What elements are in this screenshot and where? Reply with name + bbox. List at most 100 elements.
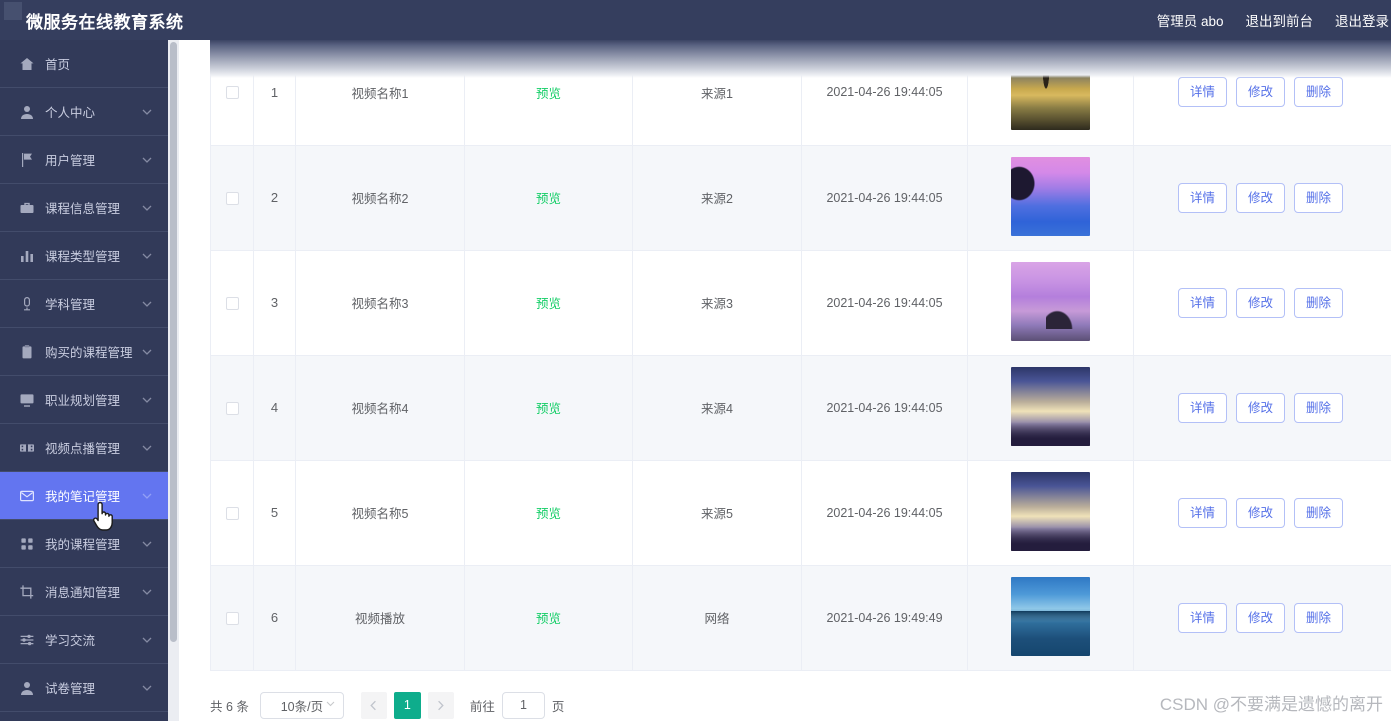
sidebar-item-course-info-management[interactable]: 课程信息管理 <box>0 184 168 232</box>
edit-button[interactable]: 修改 <box>1236 602 1286 633</box>
preview-link[interactable]: 预览 <box>536 612 561 626</box>
row-preview-cell[interactable]: 预览 <box>464 250 633 356</box>
sidebar-item-video-on-demand-management[interactable]: 视频点播管理 <box>0 424 168 472</box>
row-image-cell[interactable] <box>967 355 1134 461</box>
table-row[interactable]: 5 视频名称5 预览 来源5 2021-04-26 19:44:05 详情 修改… <box>210 460 1391 566</box>
row-checkbox[interactable] <box>225 296 239 310</box>
preview-link[interactable]: 预览 <box>536 507 561 521</box>
sidebar-item-label: 消息通知管理 <box>45 586 121 600</box>
sidebar-item-label: 首页 <box>45 58 71 72</box>
header-right-actions: 管理员 abo 退出到前台 退出登录 <box>1157 0 1391 40</box>
row-thumbnail[interactable] <box>1011 261 1090 341</box>
row-thumbnail[interactable] <box>1011 51 1090 131</box>
chevron-down-icon <box>325 698 336 712</box>
prev-page-button[interactable] <box>360 691 387 719</box>
delete-button[interactable]: 删除 <box>1294 497 1344 528</box>
delete-button[interactable]: 删除 <box>1294 392 1344 423</box>
preview-link[interactable]: 预览 <box>536 402 561 416</box>
row-image-cell[interactable] <box>967 40 1134 146</box>
goto-page-input[interactable]: 1 <box>501 691 545 719</box>
row-preview-cell[interactable]: 预览 <box>464 145 633 251</box>
delete-button[interactable]: 删除 <box>1294 182 1344 213</box>
chevron-down-icon <box>140 537 154 551</box>
row-preview-cell[interactable]: 预览 <box>464 460 633 566</box>
row-image-cell[interactable] <box>967 145 1134 251</box>
table-row[interactable]: 3 视频名称3 预览 来源3 2021-04-26 19:44:05 详情 修改… <box>210 250 1391 356</box>
next-page-button[interactable] <box>427 691 454 719</box>
edit-button[interactable]: 修改 <box>1236 287 1286 318</box>
row-preview-cell[interactable]: 预览 <box>464 565 633 671</box>
row-thumbnail[interactable] <box>1011 156 1090 236</box>
edit-button[interactable]: 修改 <box>1236 182 1286 213</box>
preview-link[interactable]: 预览 <box>536 192 561 206</box>
row-image-cell[interactable] <box>967 250 1134 356</box>
row-select-cell[interactable] <box>210 355 254 461</box>
sidebar-item-subject-management[interactable]: 学科管理 <box>0 280 168 328</box>
delete-button[interactable]: 删除 <box>1294 602 1344 633</box>
row-preview-cell[interactable]: 预览 <box>464 40 633 146</box>
table-row[interactable]: 1 视频名称1 预览 来源1 2021-04-26 19:44:05 详情 修改… <box>210 40 1391 146</box>
detail-button[interactable]: 详情 <box>1178 392 1228 423</box>
sidebar-scrollbar-thumb[interactable] <box>170 42 177 642</box>
sidebar-item-personal-center[interactable]: 个人中心 <box>0 88 168 136</box>
delete-button[interactable]: 删除 <box>1294 77 1344 108</box>
row-source-cell: 来源1 <box>632 40 802 146</box>
row-preview-cell[interactable]: 预览 <box>464 355 633 461</box>
edit-button[interactable]: 修改 <box>1236 392 1286 423</box>
row-thumbnail[interactable] <box>1011 471 1090 551</box>
row-thumbnail[interactable] <box>1011 366 1090 446</box>
sidebar-item-my-notes-management[interactable]: 我的笔记管理 <box>0 472 168 520</box>
detail-button[interactable]: 详情 <box>1178 182 1228 213</box>
goto-label: 前往 <box>469 699 495 714</box>
sidebar-item-career-planning-management[interactable]: 职业规划管理 <box>0 376 168 424</box>
sidebar-item-message-notification-management[interactable]: 消息通知管理 <box>0 568 168 616</box>
row-checkbox[interactable] <box>225 506 239 520</box>
sidebar-item-user-management[interactable]: 用户管理 <box>0 136 168 184</box>
row-time-cell: 2021-04-26 19:44:05 <box>801 145 968 251</box>
detail-button[interactable]: 详情 <box>1178 287 1228 318</box>
row-image-cell[interactable] <box>967 565 1134 671</box>
page-size-select[interactable]: 10条/页 <box>259 691 344 719</box>
sidebar-nav: 首页 个人中心 用户管理 课程信息管理 课程类型管理 学科管理 购买的课程管理 … <box>0 40 168 721</box>
table-row[interactable]: 2 视频名称2 预览 来源2 2021-04-26 19:44:05 详情 修改… <box>210 145 1391 251</box>
row-select-cell[interactable] <box>210 145 254 251</box>
row-operations-cell: 详情 修改 删除 <box>1133 40 1391 146</box>
row-source-cell: 来源2 <box>632 145 802 251</box>
data-table-container: 1 视频名称1 预览 来源1 2021-04-26 19:44:05 详情 修改… <box>210 40 1391 680</box>
row-checkbox[interactable] <box>225 401 239 415</box>
preview-link[interactable]: 预览 <box>536 297 561 311</box>
detail-button[interactable]: 详情 <box>1178 77 1228 108</box>
main-content: 1 视频名称1 预览 来源1 2021-04-26 19:44:05 详情 修改… <box>179 40 1391 721</box>
detail-button[interactable]: 详情 <box>1178 497 1228 528</box>
row-thumbnail[interactable] <box>1011 576 1090 656</box>
row-select-cell[interactable] <box>210 250 254 356</box>
sidebar-item-home[interactable]: 首页 <box>0 40 168 88</box>
sidebar-item-purchased-courses-management[interactable]: 购买的课程管理 <box>0 328 168 376</box>
row-checkbox[interactable] <box>225 86 239 100</box>
detail-button[interactable]: 详情 <box>1178 602 1228 633</box>
briefcase-icon <box>18 199 36 217</box>
logout[interactable]: 退出登录 <box>1335 10 1391 30</box>
delete-button[interactable]: 删除 <box>1294 287 1344 318</box>
row-select-cell[interactable] <box>210 460 254 566</box>
sidebar-item-my-courses-management[interactable]: 我的课程管理 <box>0 520 168 568</box>
sidebar-item-study-exchange[interactable]: 学习交流 <box>0 616 168 664</box>
sidebar-item-exam-paper-management[interactable]: 试卷管理 <box>0 664 168 712</box>
preview-link[interactable]: 预览 <box>536 87 561 101</box>
row-checkbox[interactable] <box>225 611 239 625</box>
row-image-cell[interactable] <box>967 460 1134 566</box>
row-select-cell[interactable] <box>210 40 254 146</box>
row-name-cell: 视频名称5 <box>295 460 465 566</box>
row-operations-cell: 详情 修改 删除 <box>1133 250 1391 356</box>
edit-button[interactable]: 修改 <box>1236 77 1286 108</box>
row-checkbox[interactable] <box>225 191 239 205</box>
exit-to-frontend[interactable]: 退出到前台 <box>1246 10 1314 30</box>
sidebar-item-course-type-management[interactable]: 课程类型管理 <box>0 232 168 280</box>
row-select-cell[interactable] <box>210 565 254 671</box>
table-row[interactable]: 6 视频播放 预览 网络 2021-04-26 19:49:49 详情 修改 删… <box>210 565 1391 671</box>
page-number-1[interactable]: 1 <box>393 691 421 719</box>
table-row[interactable]: 4 视频名称4 预览 来源4 2021-04-26 19:44:05 详情 修改… <box>210 355 1391 461</box>
current-user[interactable]: 管理员 abo <box>1157 10 1224 30</box>
row-source-cell: 来源5 <box>632 460 802 566</box>
edit-button[interactable]: 修改 <box>1236 497 1286 528</box>
